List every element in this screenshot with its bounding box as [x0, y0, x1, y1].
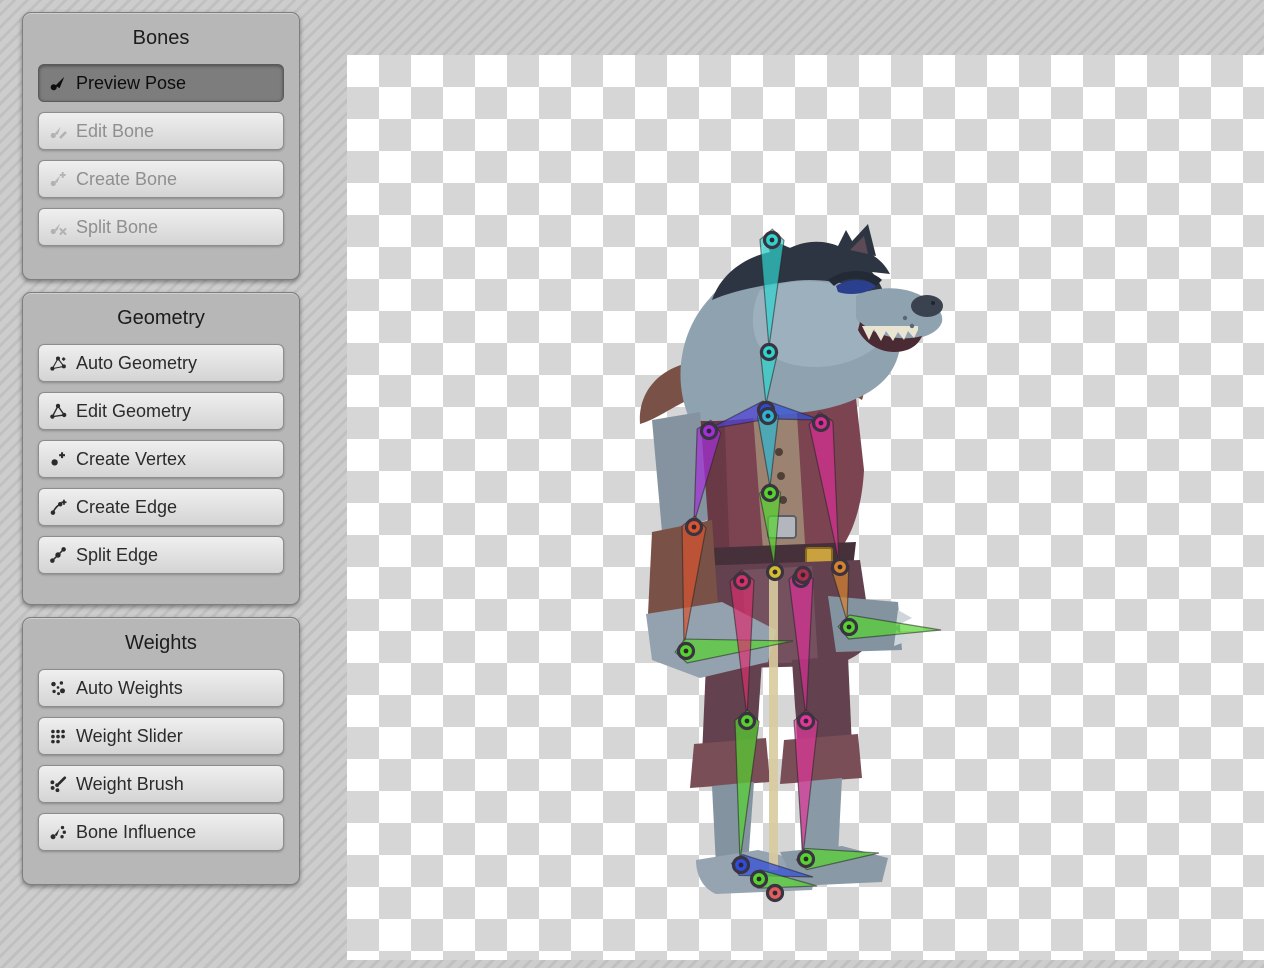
auto-weights-button[interactable]: Auto Weights — [38, 669, 284, 707]
panel-weights: Weights Auto Weights Weight Slider Weigh… — [22, 617, 300, 885]
panel-bones: Bones Preview Pose Edit Bone Create Bone… — [22, 12, 300, 280]
weight-brush-button[interactable]: Weight Brush — [38, 765, 284, 803]
split-bone-button[interactable]: Split Bone — [38, 208, 284, 246]
weight-brush-label: Weight Brush — [76, 774, 184, 795]
sprite-canvas-svg — [347, 55, 1264, 960]
split-edge-label: Split Edge — [76, 545, 158, 566]
auto-weights-label: Auto Weights — [76, 678, 183, 699]
create-vertex-label: Create Vertex — [76, 449, 186, 470]
weight-slider-icon — [49, 727, 67, 745]
create-edge-button[interactable]: Create Edge — [38, 488, 284, 526]
create-vertex-button[interactable]: Create Vertex — [38, 440, 284, 478]
auto-geometry-label: Auto Geometry — [76, 353, 197, 374]
preview-pose-icon — [49, 74, 67, 92]
panel-geometry: Geometry Auto Geometry Edit Geometry Cre… — [22, 292, 300, 605]
split-bone-label: Split Bone — [76, 217, 158, 238]
create-edge-icon — [49, 498, 67, 516]
sprite-canvas[interactable] — [347, 55, 1264, 960]
edit-geometry-icon — [49, 402, 67, 420]
preview-pose-label: Preview Pose — [76, 73, 186, 94]
bone-influence-button[interactable]: Bone Influence — [38, 813, 284, 851]
create-bone-button[interactable]: Create Bone — [38, 160, 284, 198]
edit-bone-button[interactable]: Edit Bone — [38, 112, 284, 150]
split-edge-icon — [49, 546, 67, 564]
edit-geometry-button[interactable]: Edit Geometry — [38, 392, 284, 430]
auto-geometry-button[interactable]: Auto Geometry — [38, 344, 284, 382]
weight-slider-label: Weight Slider — [76, 726, 183, 747]
panel-bones-title: Bones — [38, 27, 284, 50]
create-bone-icon — [49, 170, 67, 188]
auto-weights-icon — [49, 679, 67, 697]
create-vertex-icon — [49, 450, 67, 468]
create-bone-label: Create Bone — [76, 169, 177, 190]
split-bone-icon — [49, 218, 67, 236]
edit-bone-label: Edit Bone — [76, 121, 154, 142]
preview-pose-button[interactable]: Preview Pose — [38, 64, 284, 102]
split-edge-button[interactable]: Split Edge — [38, 536, 284, 574]
bone-influence-icon — [49, 823, 67, 841]
weight-brush-icon — [49, 775, 67, 793]
auto-geometry-icon — [49, 354, 67, 372]
weight-slider-button[interactable]: Weight Slider — [38, 717, 284, 755]
panel-weights-title: Weights — [38, 632, 284, 655]
edit-geometry-label: Edit Geometry — [76, 401, 191, 422]
panel-geometry-title: Geometry — [38, 307, 284, 330]
edit-bone-icon — [49, 122, 67, 140]
create-edge-label: Create Edge — [76, 497, 177, 518]
bone-influence-label: Bone Influence — [76, 822, 196, 843]
